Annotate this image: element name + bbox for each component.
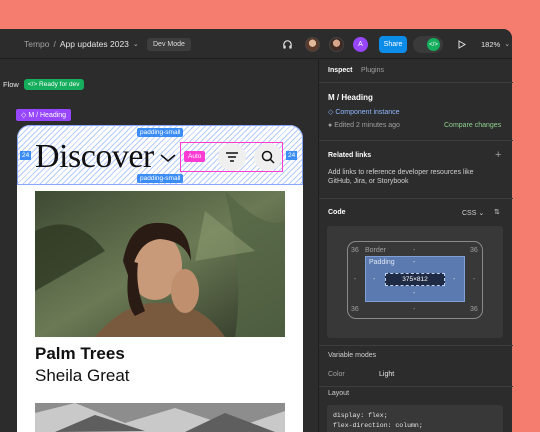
tab-inspect[interactable]: Inspect xyxy=(328,67,353,74)
box-padding-left: - xyxy=(373,276,376,283)
code-language: CSS xyxy=(462,210,477,217)
collaborator-avatar-3[interactable]: A xyxy=(353,37,368,52)
card-photo[interactable] xyxy=(35,191,285,337)
search-button[interactable] xyxy=(254,143,282,171)
breadcrumb-separator: / xyxy=(53,39,56,49)
layout-title: Layout xyxy=(328,390,350,397)
box-padding-bottom: - xyxy=(413,290,416,297)
padding-top-label: padding-small xyxy=(137,128,184,137)
code-line-1: display: flex; xyxy=(333,412,388,419)
related-links-desc-1: Add links to reference developer resourc… xyxy=(328,169,474,176)
section-divider-2 xyxy=(319,198,513,199)
flow-label[interactable]: Flow xyxy=(3,80,19,89)
layout-code-block[interactable]: display: flex; flex-direction: column; xyxy=(327,405,503,432)
tab-plugins[interactable]: Plugins xyxy=(361,67,384,74)
filter-icon xyxy=(226,152,238,162)
box-padding-top: - xyxy=(413,259,416,266)
filter-button[interactable] xyxy=(218,143,246,171)
box-model: 36 Border - 36 - - 36 - 36 Padding - - -… xyxy=(327,226,503,338)
box-border-label: Border xyxy=(365,247,387,254)
variable-modes-title: Variable modes xyxy=(328,352,377,359)
variable-mode-value[interactable]: Light xyxy=(379,371,394,378)
share-button[interactable]: Share xyxy=(379,36,407,53)
collaborator-avatar-2[interactable] xyxy=(329,37,344,52)
file-name[interactable]: App updates 2023 xyxy=(60,39,129,49)
section-divider-1 xyxy=(319,140,513,141)
code-language-chevron-icon: ⌄ xyxy=(478,210,485,217)
ready-for-dev-badge[interactable]: </> Ready for dev xyxy=(23,79,84,90)
edited-time: Edited 2 minutes ago xyxy=(334,122,400,129)
code-line-2: flex-direction: column; xyxy=(333,422,423,429)
component-instance-row[interactable]: ◇ Component instance xyxy=(328,108,400,116)
editor-avatar-icon: ● xyxy=(328,122,333,129)
breadcrumb: Tempo / App updates 2023 ⌄ xyxy=(24,29,139,59)
card-title[interactable]: Palm Trees xyxy=(35,344,125,364)
box-padding-label: Padding xyxy=(369,259,395,266)
box-padding-right: - xyxy=(453,276,456,283)
dev-mode-code-icon: </> xyxy=(427,38,440,51)
padding-left-value: 24 xyxy=(20,151,32,160)
variable-mode-key: Color xyxy=(328,371,345,378)
tabs-divider xyxy=(319,82,513,83)
related-links-desc-2: GitHub, Jira, or Storybook xyxy=(328,178,409,185)
collaborator-avatar-1[interactable] xyxy=(305,37,320,52)
box-border-bottom: - xyxy=(413,306,416,313)
heading-chevron-icon[interactable] xyxy=(160,150,176,166)
padding-right-value: 24 xyxy=(286,151,298,160)
related-links-title: Related links xyxy=(328,152,372,159)
section-divider-4 xyxy=(319,386,513,387)
box-border-left: - xyxy=(354,276,357,283)
second-card-photo[interactable] xyxy=(35,403,285,432)
box-border-bottom-left: 36 xyxy=(351,306,359,313)
heading-text[interactable]: Discover xyxy=(35,137,154,177)
present-play-icon[interactable] xyxy=(458,29,466,59)
edited-row: ● Edited 2 minutes ago xyxy=(328,122,400,129)
dev-mode-badge[interactable]: Dev Mode xyxy=(147,37,191,51)
zoom-level: 182% xyxy=(481,39,501,49)
compare-changes-link[interactable]: Compare changes xyxy=(444,122,501,129)
code-title: Code xyxy=(328,209,346,216)
code-settings-icon[interactable]: ⇅ xyxy=(494,208,500,216)
file-menu-chevron-icon[interactable]: ⌄ xyxy=(133,40,139,48)
project-name[interactable]: Tempo xyxy=(24,39,50,49)
section-divider-3 xyxy=(319,345,513,346)
component-type: Component instance xyxy=(335,109,400,116)
headphones-icon[interactable] xyxy=(282,29,293,59)
component-name-tag[interactable]: ◇ M / Heading xyxy=(16,109,72,121)
box-border-top-left: 36 xyxy=(351,247,359,254)
add-link-plus-icon[interactable]: + xyxy=(495,149,501,161)
zoom-menu[interactable]: 182% ⌄ xyxy=(481,29,510,59)
box-border-top: - xyxy=(413,247,416,254)
dev-mode-toggle[interactable]: </> xyxy=(413,36,443,53)
top-bar: Tempo / App updates 2023 ⌄ Dev Mode A Sh… xyxy=(0,29,512,59)
inspector-panel: Inspect Plugins M / Heading ◇ Component … xyxy=(318,60,513,432)
box-border-top-right: 36 xyxy=(470,247,478,254)
box-content-size: 375×812 xyxy=(385,273,445,286)
selected-component-name: M / Heading xyxy=(328,93,373,102)
zoom-chevron-icon: ⌄ xyxy=(504,41,511,48)
dev-mode-badge-wrap: Dev Mode xyxy=(147,29,191,59)
search-icon xyxy=(261,150,275,164)
box-border-right: - xyxy=(473,276,476,283)
flow-header: Flow </> Ready for dev xyxy=(3,79,84,90)
card-subtitle[interactable]: Sheila Great xyxy=(35,366,130,386)
auto-layout-tag: Auto xyxy=(184,151,206,162)
box-border-bottom-right: 36 xyxy=(470,306,478,313)
code-language-select[interactable]: CSS ⌄ xyxy=(462,209,484,217)
